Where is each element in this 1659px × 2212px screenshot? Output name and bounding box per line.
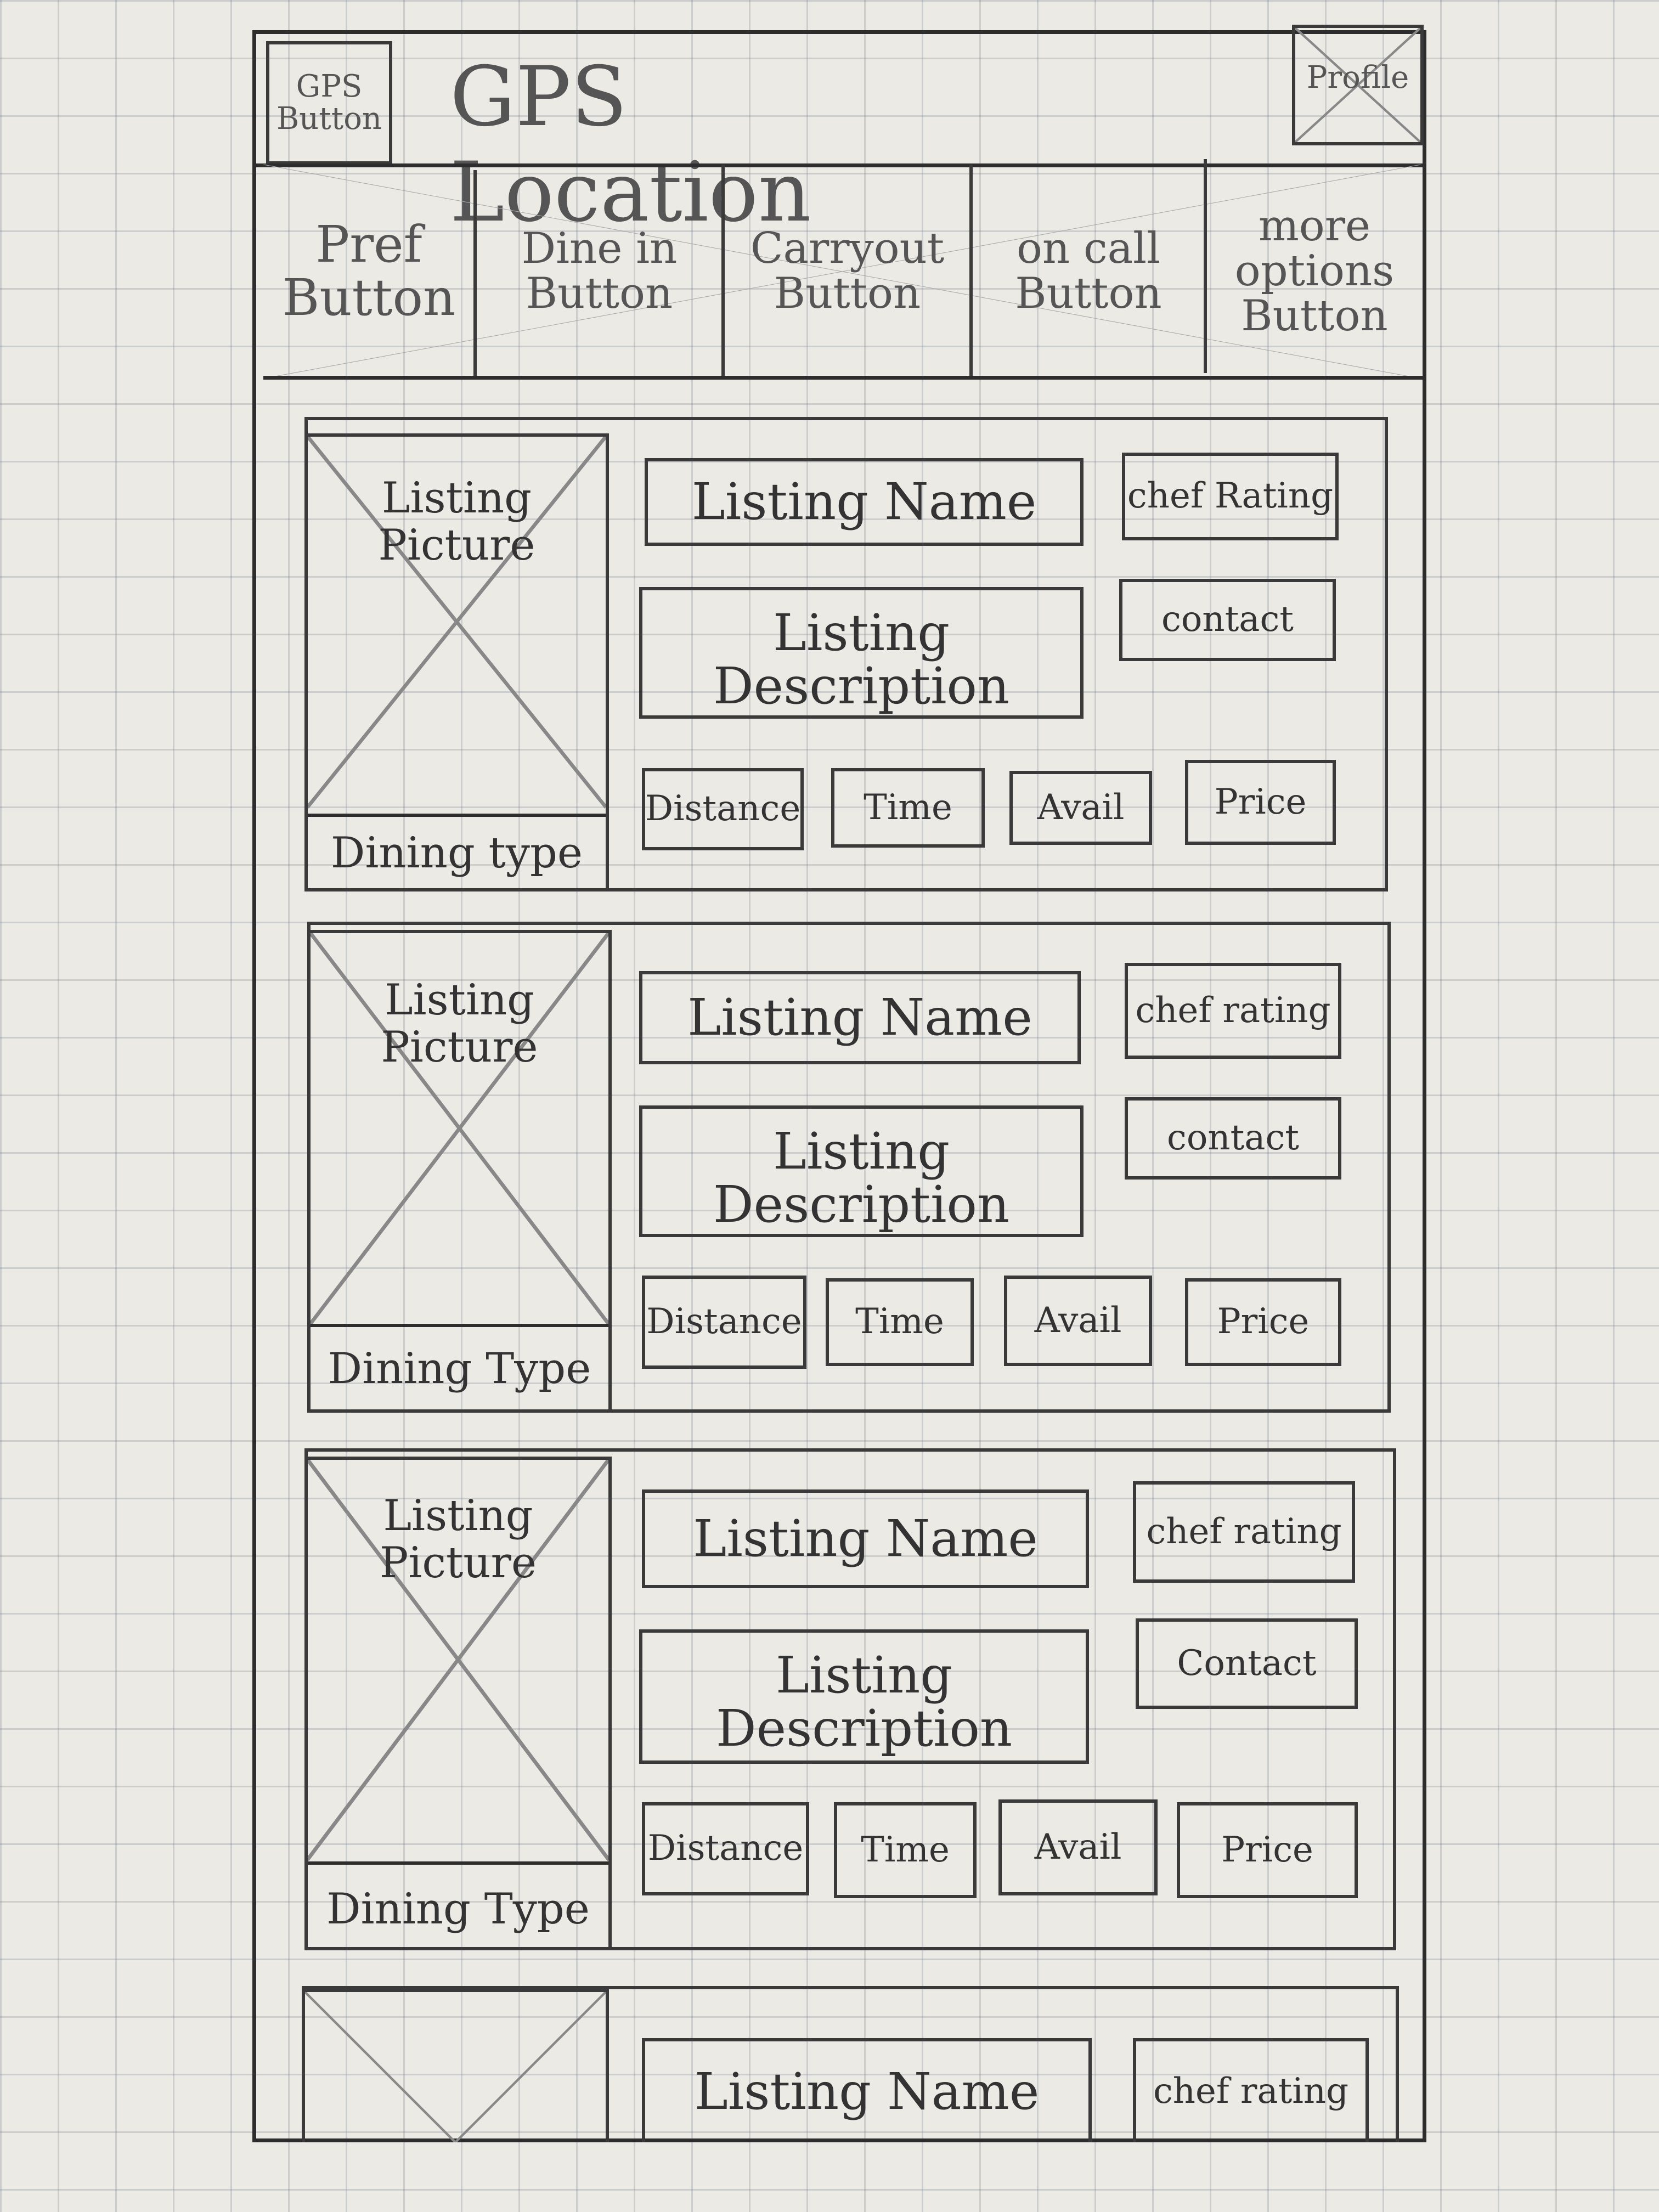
price-tag[interactable]: Price <box>1185 1278 1341 1366</box>
listing-picture[interactable]: Listing Picture Dining Type <box>304 1457 612 1950</box>
pref-button[interactable]: Pref Button <box>263 165 475 379</box>
dining-type-divider <box>311 1324 608 1327</box>
listing-description[interactable]: Listing Description <box>639 1629 1089 1764</box>
dine-in-button[interactable]: Dine in Button <box>477 165 721 379</box>
options-divider-bottom <box>263 376 1424 380</box>
listing-picture[interactable] <box>302 1989 609 2142</box>
options-divider <box>969 165 973 379</box>
chef-rating[interactable]: chef Rating <box>1122 453 1339 540</box>
time-tag[interactable]: Time <box>831 768 985 848</box>
dining-type-label: Dining Type <box>326 1884 590 1934</box>
carryout-button[interactable]: Carryout Button <box>725 165 969 379</box>
avail-tag[interactable]: Avail <box>1004 1276 1152 1366</box>
distance-tag[interactable]: Distance <box>642 768 804 850</box>
listing-name[interactable]: Listing Name <box>642 2038 1092 2142</box>
options-divider <box>1204 159 1207 373</box>
chef-rating[interactable]: chef rating <box>1133 2038 1369 2142</box>
distance-tag[interactable]: Distance <box>642 1276 806 1369</box>
listing-picture-label: Listing Picture <box>379 1491 537 1588</box>
on-call-button[interactable]: on call Button <box>973 165 1204 379</box>
avail-tag[interactable]: Avail <box>1009 771 1152 845</box>
listing-name[interactable]: Listing Name <box>645 458 1084 546</box>
listing-description[interactable]: Listing Description <box>639 587 1084 719</box>
listing-picture-label: Listing Picture <box>381 975 538 1072</box>
options-divider <box>721 165 725 379</box>
listing-picture-label: Listing Picture <box>378 473 535 570</box>
price-tag[interactable]: Price <box>1177 1802 1358 1898</box>
profile-button[interactable]: Profile <box>1292 25 1424 145</box>
dining-type-divider <box>308 814 606 817</box>
page-title: GPS Location <box>450 49 811 240</box>
chef-rating[interactable]: chef rating <box>1125 963 1341 1059</box>
time-tag[interactable]: Time <box>834 1802 977 1898</box>
image-placeholder-icon <box>305 1992 606 2142</box>
dining-type-label: Dining Type <box>328 1344 591 1394</box>
contact-button[interactable]: contact <box>1119 579 1336 661</box>
avail-tag[interactable]: Avail <box>998 1799 1158 1895</box>
listing-picture[interactable]: Listing Picture Dining type <box>304 433 609 891</box>
time-tag[interactable]: Time <box>826 1278 974 1366</box>
gps-button[interactable]: GPS Button <box>266 41 392 165</box>
more-options-button[interactable]: more options Button <box>1207 165 1421 379</box>
listing-name[interactable]: Listing Name <box>642 1489 1089 1588</box>
listing-picture[interactable]: Listing Picture Dining Type <box>307 930 612 1413</box>
chef-rating[interactable]: chef rating <box>1133 1481 1355 1583</box>
profile-label: Profile <box>1306 60 1409 95</box>
price-tag[interactable]: Price <box>1185 760 1336 845</box>
dining-type-label: Dining type <box>330 828 583 878</box>
listing-name[interactable]: Listing Name <box>639 971 1081 1064</box>
dining-type-divider <box>308 1861 608 1865</box>
options-divider <box>473 170 477 379</box>
distance-tag[interactable]: Distance <box>642 1802 809 1895</box>
listing-description[interactable]: Listing Description <box>639 1105 1084 1237</box>
contact-button[interactable]: contact <box>1125 1097 1341 1180</box>
contact-button[interactable]: Contact <box>1136 1618 1358 1709</box>
